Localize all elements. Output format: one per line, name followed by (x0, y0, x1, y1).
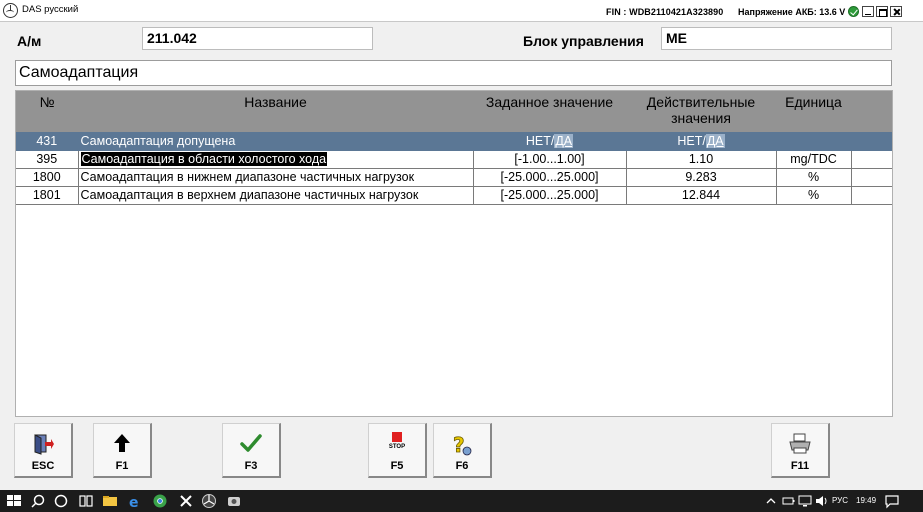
row-actual: 1.10 (626, 150, 777, 169)
f11-button[interactable]: F11 (771, 423, 830, 478)
row-spacer (851, 132, 892, 151)
row-target: [-25.000...25.000] (473, 186, 627, 205)
battery-voltage-readout: Напряжение АКБ: 13.6 V (738, 7, 846, 17)
window-title: DAS русский (22, 4, 79, 15)
f3-button[interactable]: F3 (222, 423, 281, 478)
printer-icon (789, 433, 811, 454)
row-spacer (851, 168, 892, 187)
col-target: Заданное значение (473, 91, 626, 132)
arrow-up-icon (114, 434, 130, 452)
f5-label: F5 (390, 460, 404, 472)
function-toolbar: ESC F1 F3 STOP F5 ? F6 F11 (0, 418, 923, 488)
row-number: 1801 (16, 186, 79, 205)
windows-start-icon[interactable] (6, 493, 22, 509)
stop-text: STOP (388, 444, 406, 450)
col-name: Название (78, 91, 473, 132)
esc-button[interactable]: ESC (14, 423, 73, 478)
f3-label: F3 (244, 460, 258, 472)
row-unit: % (776, 168, 852, 187)
row-target: [-25.000...25.000] (473, 168, 627, 187)
row-name: Самоадаптация допущена (78, 132, 474, 151)
col-unit: Единица (776, 91, 851, 132)
row-name: Самоадаптация в области холостого хода (78, 150, 474, 169)
mercedes-star-icon (3, 3, 18, 18)
das-star-icon[interactable] (201, 493, 217, 509)
row-name: Самоадаптация в верхнем диапазоне частич… (78, 186, 474, 205)
minimize-button[interactable] (862, 6, 874, 17)
col-actual: Действительные значения (626, 91, 776, 132)
table-row[interactable]: 395 Самоадаптация в области холостого хо… (16, 150, 892, 169)
adaptation-table: № Название Заданное значение Действитель… (16, 91, 892, 205)
app-icon[interactable] (226, 493, 242, 509)
row-unit: mg/TDC (776, 150, 852, 169)
f6-label: F6 (455, 460, 469, 472)
title-bar: DAS русский FIN : WDB2110421A323890 Напр… (0, 0, 923, 22)
stop-icon (392, 432, 402, 442)
row-target: НЕТ/ДА (473, 132, 627, 151)
checkmark-icon (240, 434, 262, 452)
f1-button[interactable]: F1 (93, 423, 152, 478)
row-unit (776, 132, 852, 151)
exit-door-icon (34, 434, 54, 455)
f11-label: F11 (790, 460, 810, 472)
ecu-field: ME (661, 27, 892, 50)
col-spacer (851, 91, 892, 132)
windows-taskbar: e РУС 19:49 (0, 490, 923, 512)
xentry-icon[interactable] (178, 493, 194, 509)
task-view-icon[interactable] (78, 493, 94, 509)
section-title: Самоадаптация (15, 60, 892, 86)
maximize-button[interactable] (876, 6, 888, 17)
internet-explorer-icon[interactable]: e (127, 493, 143, 509)
fin-readout: FIN : WDB2110421A323890 (606, 7, 724, 17)
file-explorer-icon[interactable] (102, 493, 118, 509)
svg-text:e: e (129, 495, 139, 509)
close-button[interactable] (890, 6, 902, 17)
table-row[interactable]: 1800 Самоадаптация в нижнем диапазоне ча… (16, 168, 892, 187)
keyboard-language[interactable]: РУС (832, 496, 848, 505)
adaptation-table-panel: № Название Заданное значение Действитель… (15, 90, 893, 417)
f1-label: F1 (115, 460, 129, 472)
row-target: [-1.00...1.00] (473, 150, 627, 169)
row-actual: 9.283 (626, 168, 777, 187)
battery-icon[interactable] (780, 493, 796, 509)
volume-icon[interactable] (814, 493, 830, 509)
vehicle-label: А/м (17, 33, 42, 49)
row-number: 1800 (16, 168, 79, 187)
clock[interactable]: 19:49 (856, 496, 876, 505)
help-question-icon: ? (453, 433, 472, 457)
table-row[interactable]: 1801 Самоадаптация в верхнем диапазоне ч… (16, 186, 892, 205)
esc-label: ESC (31, 460, 55, 472)
notifications-icon[interactable] (884, 493, 900, 509)
vehicle-field: 211.042 (142, 27, 373, 50)
row-number: 395 (16, 150, 79, 169)
search-icon[interactable] (30, 493, 46, 509)
row-unit: % (776, 186, 852, 205)
table-row[interactable]: 431 Самоадаптация допущена НЕТ/ДА НЕТ/ДА (16, 132, 892, 151)
svg-text:?: ? (453, 433, 465, 457)
chrome-icon[interactable] (152, 493, 168, 509)
f5-button[interactable]: STOP F5 (368, 423, 427, 478)
network-icon[interactable] (797, 493, 813, 509)
row-actual: НЕТ/ДА (626, 132, 777, 151)
row-name: Самоадаптация в нижнем диапазоне частичн… (78, 168, 474, 187)
cortana-icon[interactable] (53, 493, 69, 509)
table-header-row: № Название Заданное значение Действитель… (16, 91, 892, 132)
row-actual: 12.844 (626, 186, 777, 205)
row-spacer (851, 186, 892, 205)
ecu-label: Блок управления (523, 33, 644, 49)
col-number: № (16, 91, 78, 132)
row-spacer (851, 150, 892, 169)
f6-button[interactable]: ? F6 (433, 423, 492, 478)
chevron-up-icon[interactable] (763, 493, 779, 509)
row-number: 431 (16, 132, 79, 151)
status-ok-icon (848, 6, 859, 17)
